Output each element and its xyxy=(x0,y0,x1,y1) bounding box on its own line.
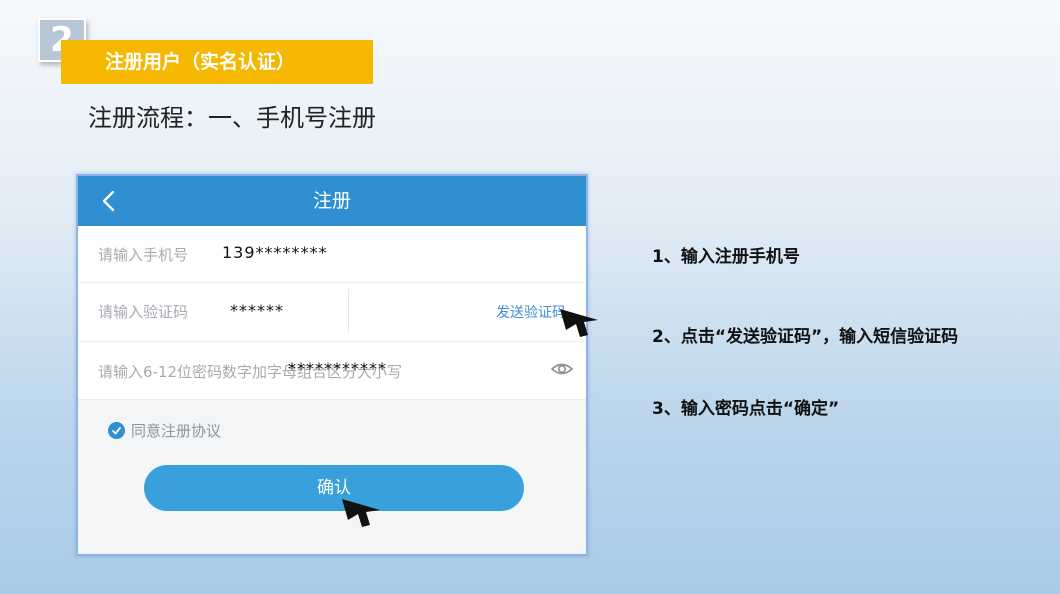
phone-field[interactable]: 请输入手机号 139******** xyxy=(78,226,586,283)
chevron-left-icon[interactable] xyxy=(96,188,122,214)
send-code-button[interactable]: 发送验证码 xyxy=(496,302,566,322)
agree-label: 同意注册协议 xyxy=(131,422,222,440)
agree-terms[interactable]: 同意注册协议 xyxy=(108,420,221,441)
check-icon xyxy=(112,427,121,435)
instruction-step-1: 1、输入注册手机号 xyxy=(652,247,800,267)
app-header: 注册 xyxy=(78,176,586,226)
password-field-value: *********** xyxy=(288,359,387,378)
app-screenshot: 注册 请输入手机号 139******** 请输入验证码 ****** 发送验证… xyxy=(76,174,588,556)
password-field[interactable]: 请输入6-12位密码数字加字母组合区分大小写 *********** xyxy=(78,342,586,400)
cursor-arrow-icon xyxy=(342,499,380,527)
section-title: 注册用户（实名认证） xyxy=(61,40,373,84)
cursor-arrow-icon xyxy=(560,309,598,337)
phone-field-placeholder: 请输入手机号 xyxy=(98,246,189,264)
instruction-step-2: 2、点击“发送验证码”，输入短信验证码 xyxy=(652,327,959,347)
confirm-button[interactable]: 确认 xyxy=(144,465,524,511)
field-divider xyxy=(348,289,349,333)
code-field[interactable]: 请输入验证码 ****** 发送验证码 xyxy=(78,283,586,342)
agree-checkbox[interactable] xyxy=(108,422,125,439)
code-field-placeholder: 请输入验证码 xyxy=(98,303,189,321)
app-header-title: 注册 xyxy=(312,190,351,212)
code-field-value: ****** xyxy=(230,301,284,320)
eye-icon[interactable] xyxy=(550,359,574,379)
page-subtitle: 注册流程：一、手机号注册 xyxy=(88,104,376,132)
phone-field-value: 139******** xyxy=(222,243,328,262)
instruction-step-3: 3、输入密码点击“确定” xyxy=(652,399,840,419)
